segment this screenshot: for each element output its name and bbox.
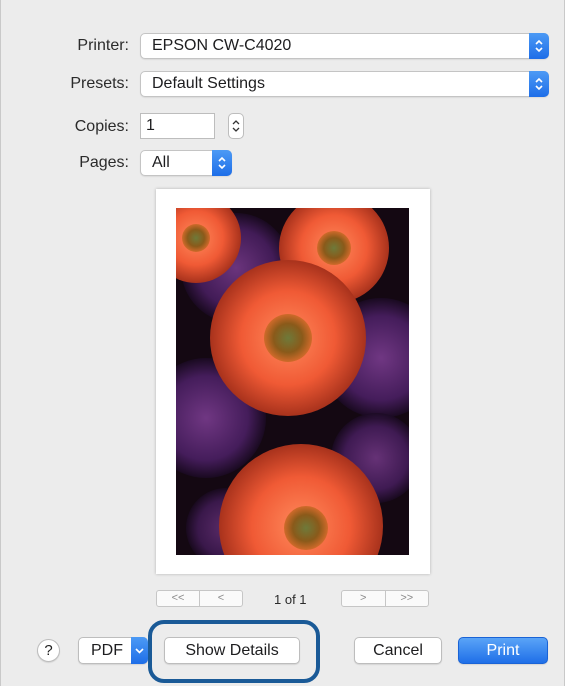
- pdf-menu-button[interactable]: PDF: [78, 637, 148, 664]
- presets-label: Presets:: [70, 75, 129, 92]
- next-page-button[interactable]: >: [342, 591, 385, 606]
- printer-label: Printer:: [77, 37, 129, 54]
- page-indicator: 1 of 1: [274, 592, 307, 607]
- first-page-button[interactable]: <<: [157, 591, 199, 606]
- printer-select[interactable]: EPSON CW-C4020: [140, 33, 549, 59]
- pages-value: All: [152, 154, 170, 171]
- cancel-button[interactable]: Cancel: [354, 637, 442, 664]
- up-down-chevron-icon: [529, 71, 549, 97]
- help-button[interactable]: ?: [37, 639, 60, 662]
- print-preview-page: [156, 189, 430, 574]
- up-down-chevron-icon: [212, 150, 232, 176]
- copies-stepper[interactable]: [228, 113, 244, 139]
- copies-field[interactable]: 1: [140, 113, 215, 139]
- show-details-highlight-ring: [148, 620, 320, 683]
- previous-page-button[interactable]: <: [199, 591, 242, 606]
- presets-value: Default Settings: [152, 75, 265, 92]
- copies-value: 1: [146, 117, 155, 134]
- pages-label: Pages:: [79, 154, 129, 171]
- last-page-button[interactable]: >>: [384, 591, 429, 606]
- stepper-chevrons-icon: [232, 120, 240, 132]
- chevron-down-icon: [131, 637, 148, 664]
- print-button[interactable]: Print: [458, 637, 548, 664]
- preview-back-controls[interactable]: << <: [156, 590, 243, 607]
- printer-value: EPSON CW-C4020: [152, 37, 292, 54]
- preview-forward-controls[interactable]: > >>: [341, 590, 429, 607]
- copies-label: Copies:: [74, 118, 129, 135]
- flower-photo: [176, 208, 409, 555]
- pages-select[interactable]: All: [140, 150, 232, 176]
- print-dialog: Printer: EPSON CW-C4020 Presets: Default…: [0, 0, 565, 686]
- presets-select[interactable]: Default Settings: [140, 71, 549, 97]
- pdf-label: PDF: [91, 642, 123, 659]
- up-down-chevron-icon: [529, 33, 549, 59]
